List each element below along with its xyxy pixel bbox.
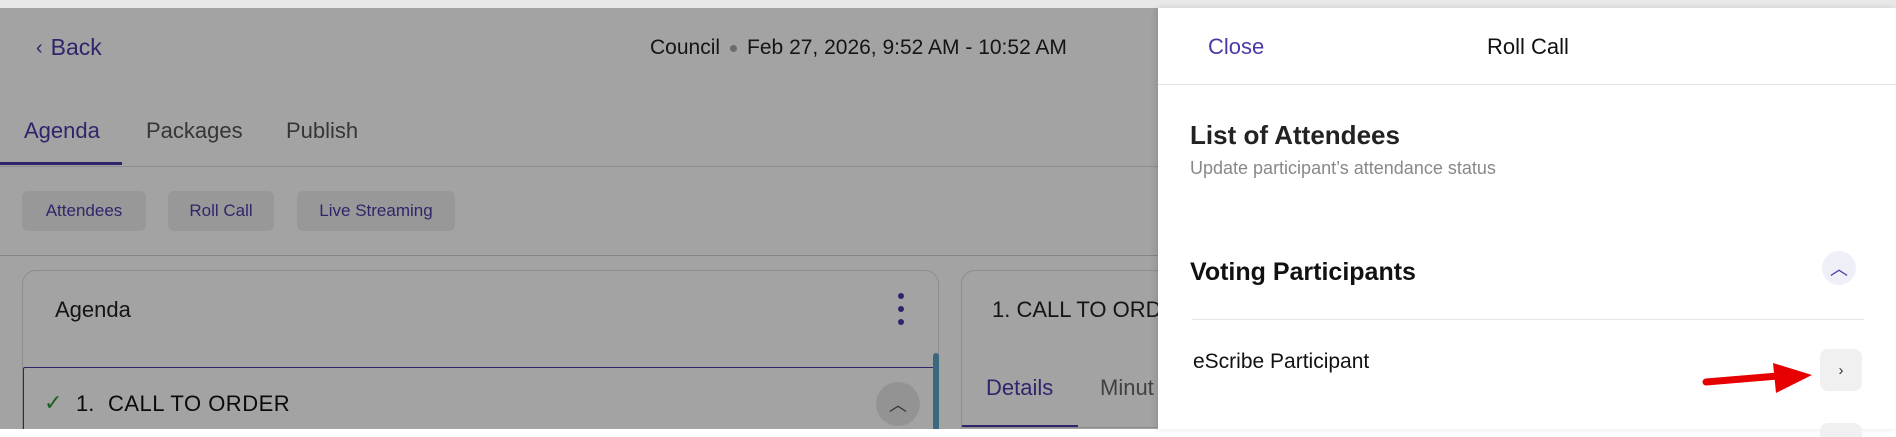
chevron-right-icon[interactable]: › bbox=[1820, 349, 1862, 391]
voting-participants-title: Voting Participants bbox=[1190, 258, 1416, 286]
attendees-section-subtitle: Update participant’s attendance status bbox=[1190, 158, 1496, 178]
group-divider bbox=[1192, 319, 1864, 320]
participant-next-button[interactable] bbox=[1820, 423, 1862, 437]
close-button[interactable]: Close bbox=[1208, 34, 1264, 60]
browser-top-strip bbox=[0, 0, 1896, 8]
drawer-header: Close Roll Call bbox=[1158, 8, 1896, 85]
participant-name: eScribe Participant bbox=[1193, 350, 1370, 373]
chevron-up-icon[interactable]: ︿ bbox=[1822, 251, 1856, 285]
roll-call-drawer: Close Roll Call List of Attendees Update… bbox=[1158, 8, 1896, 437]
drawer-title: Roll Call bbox=[1487, 34, 1569, 59]
modal-backdrop[interactable] bbox=[0, 8, 1158, 429]
attendees-section-title: List of Attendees bbox=[1190, 120, 1400, 150]
